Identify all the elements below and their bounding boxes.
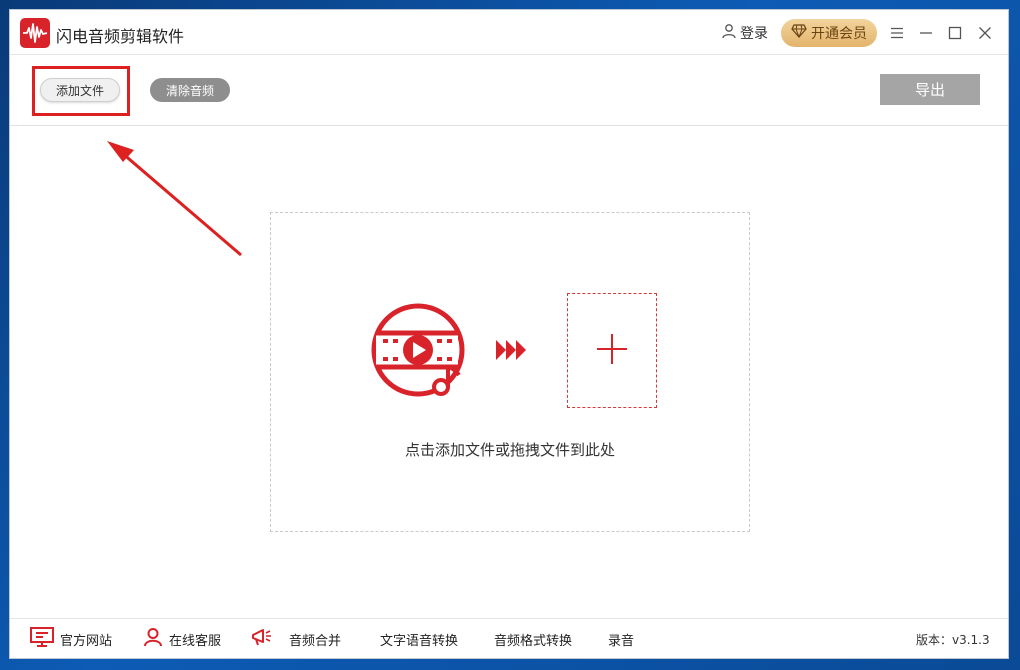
online-support-label: 在线客服: [169, 633, 222, 649]
login-label: 登录: [740, 26, 768, 42]
audio-merge-label: 音频合并: [289, 633, 342, 649]
close-icon[interactable]: [974, 22, 996, 44]
diamond-icon: [791, 24, 807, 42]
monitor-icon: [30, 627, 54, 651]
record-label: 录音: [608, 633, 635, 649]
add-file-target[interactable]: [567, 293, 657, 408]
vip-button[interactable]: 开通会员: [781, 19, 877, 47]
audio-merge-link[interactable]: 音频合并: [251, 629, 341, 649]
file-drop-zone[interactable]: 点击添加文件或拖拽文件到此处: [270, 212, 750, 532]
clear-audio-button[interactable]: 清除音频: [150, 78, 230, 102]
title-bar: 闪电音频剪辑软件 登录 开通会员: [10, 10, 1008, 55]
version-label: 版本：v3.1.3: [916, 633, 990, 647]
export-button[interactable]: 导出: [880, 74, 980, 105]
record-link[interactable]: 录音: [608, 629, 634, 649]
footer-bar: 官方网站 在线客服 音频合并 文字语音转换 音频格式转换 录音 版本：v3.1.…: [10, 618, 1008, 658]
minimize-icon[interactable]: [915, 22, 937, 44]
app-window: 闪电音频剪辑软件 登录 开通会员 添加文件 清除音频 导出 点击添加文件或拖拽文…: [10, 10, 1008, 658]
text-to-speech-label: 文字语音转换: [380, 633, 459, 649]
menu-icon[interactable]: [886, 22, 908, 44]
text-to-speech-link[interactable]: 文字语音转换: [380, 629, 458, 649]
toolbar: 添加文件 清除音频 导出: [10, 55, 1008, 126]
audio-format-convert-link[interactable]: 音频格式转换: [494, 629, 572, 649]
plus-icon: [596, 333, 628, 369]
online-support-link[interactable]: 在线客服: [143, 627, 222, 651]
user-icon: [143, 627, 163, 651]
megaphone-icon: [251, 627, 275, 651]
app-title: 闪电音频剪辑软件: [56, 27, 185, 46]
user-icon: [721, 23, 737, 43]
audio-wave-logo-icon: [20, 18, 50, 48]
maximize-icon[interactable]: [944, 22, 966, 44]
audio-format-convert-label: 音频格式转换: [494, 633, 573, 649]
vip-label: 开通会员: [811, 26, 867, 42]
login-button[interactable]: 登录: [721, 22, 768, 44]
drop-hint-text: 点击添加文件或拖拽文件到此处: [404, 441, 615, 459]
official-website-label: 官方网站: [60, 633, 113, 649]
video-music-icon: [371, 303, 471, 407]
triple-chevron-right-icon: [496, 338, 528, 366]
add-file-button[interactable]: 添加文件: [40, 78, 120, 102]
official-website-link[interactable]: 官方网站: [30, 627, 113, 651]
